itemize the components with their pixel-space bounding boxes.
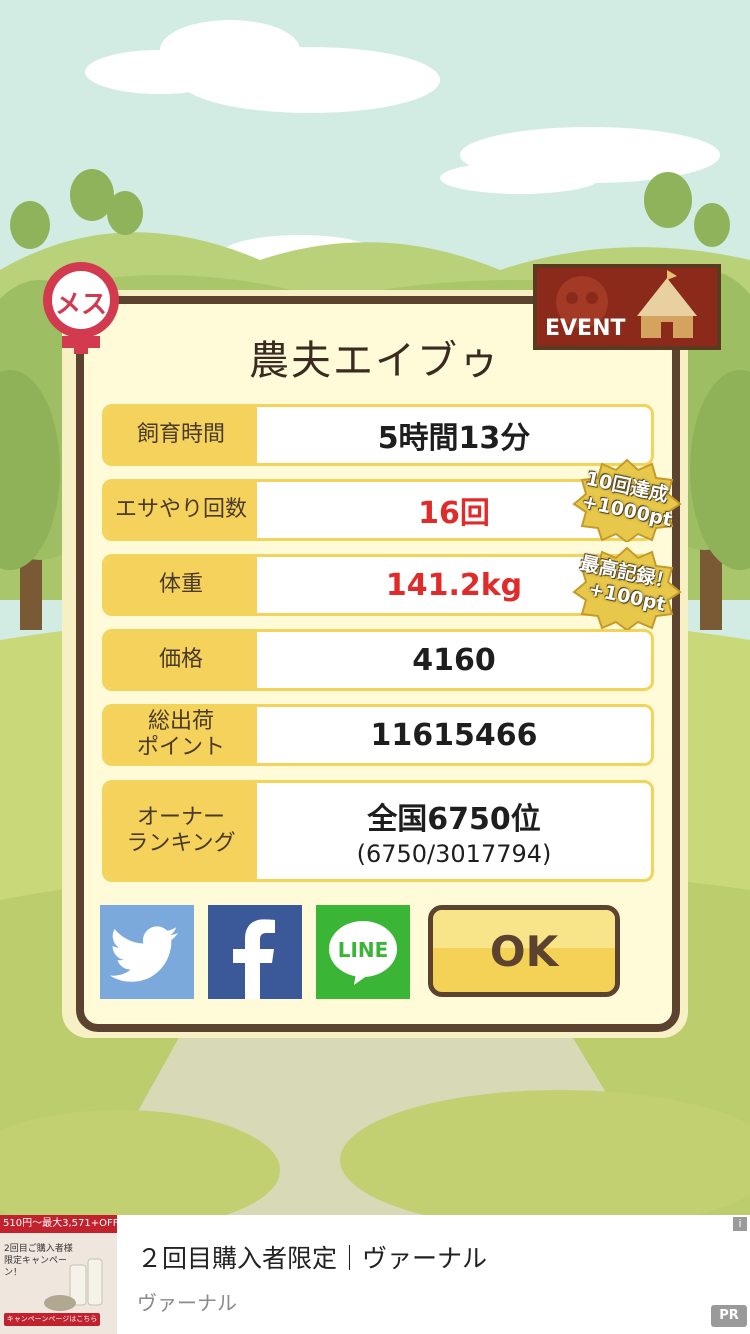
ad-sponsor: ヴァーナル [137, 1291, 237, 1315]
stat-row-total-shipping-points: 総出荷 ポイント 11615466 [102, 704, 654, 766]
stat-label: オーナー ランキング [105, 783, 257, 879]
ad-image[interactable]: 510円〜最大3,571+OFF 2回目ご購入者様 限定キャンペーン！ キャンペ… [0, 1215, 117, 1334]
stat-row-breeding-time: 飼育時間 5時間13分 [102, 404, 654, 466]
event-label: EVENT [545, 316, 626, 341]
ok-button[interactable]: OK [428, 905, 620, 997]
feed-achievement-badge: 10回達成 +1000pt [572, 458, 682, 542]
ad-image-button: キャンペーンページはこちら [4, 1313, 100, 1326]
ad-pr-badge: PR [711, 1305, 747, 1327]
stat-row-owner-ranking: オーナー ランキング 全国6750位 (6750/3017794) [102, 780, 654, 882]
weight-record-badge: 最高記録！ +100pt [572, 546, 682, 630]
ok-button-label: OK [489, 926, 559, 976]
stat-value: 4160 [412, 642, 496, 678]
stat-label: 価格 [105, 632, 257, 688]
twitter-share-button[interactable] [100, 905, 194, 999]
twitter-icon [109, 926, 179, 982]
line-label: LINE [337, 938, 389, 962]
facebook-share-button[interactable] [208, 905, 302, 999]
ad-title[interactable]: ２回目購入者限定｜ヴァーナル [137, 1239, 487, 1275]
stat-value-group: 全国6750位 (6750/3017794) [257, 783, 651, 879]
facebook-icon [233, 919, 275, 999]
line-share-button[interactable]: LINE [316, 905, 410, 999]
stat-label: エサやり回数 [105, 482, 257, 538]
ad-banner[interactable]: 510円〜最大3,571+OFF 2回目ご購入者様 限定キャンペーン！ キャンペ… [0, 1215, 750, 1334]
event-banner[interactable]: EVENT [533, 264, 721, 350]
gender-label: メス [54, 290, 107, 320]
stat-label: 飼育時間 [105, 407, 257, 463]
ranking-detail: (6750/3017794) [356, 840, 552, 868]
stat-value: 11615466 [370, 717, 538, 753]
stat-label: 体重 [105, 557, 257, 613]
female-marker: メス [38, 262, 124, 358]
ranking-value: 全国6750位 [367, 802, 541, 837]
stat-row-price: 価格 4160 [102, 629, 654, 691]
stat-value: 5時間13分 [377, 421, 531, 456]
stat-label: 総出荷 ポイント [105, 707, 257, 763]
ad-info-icon[interactable]: i [733, 1217, 747, 1231]
